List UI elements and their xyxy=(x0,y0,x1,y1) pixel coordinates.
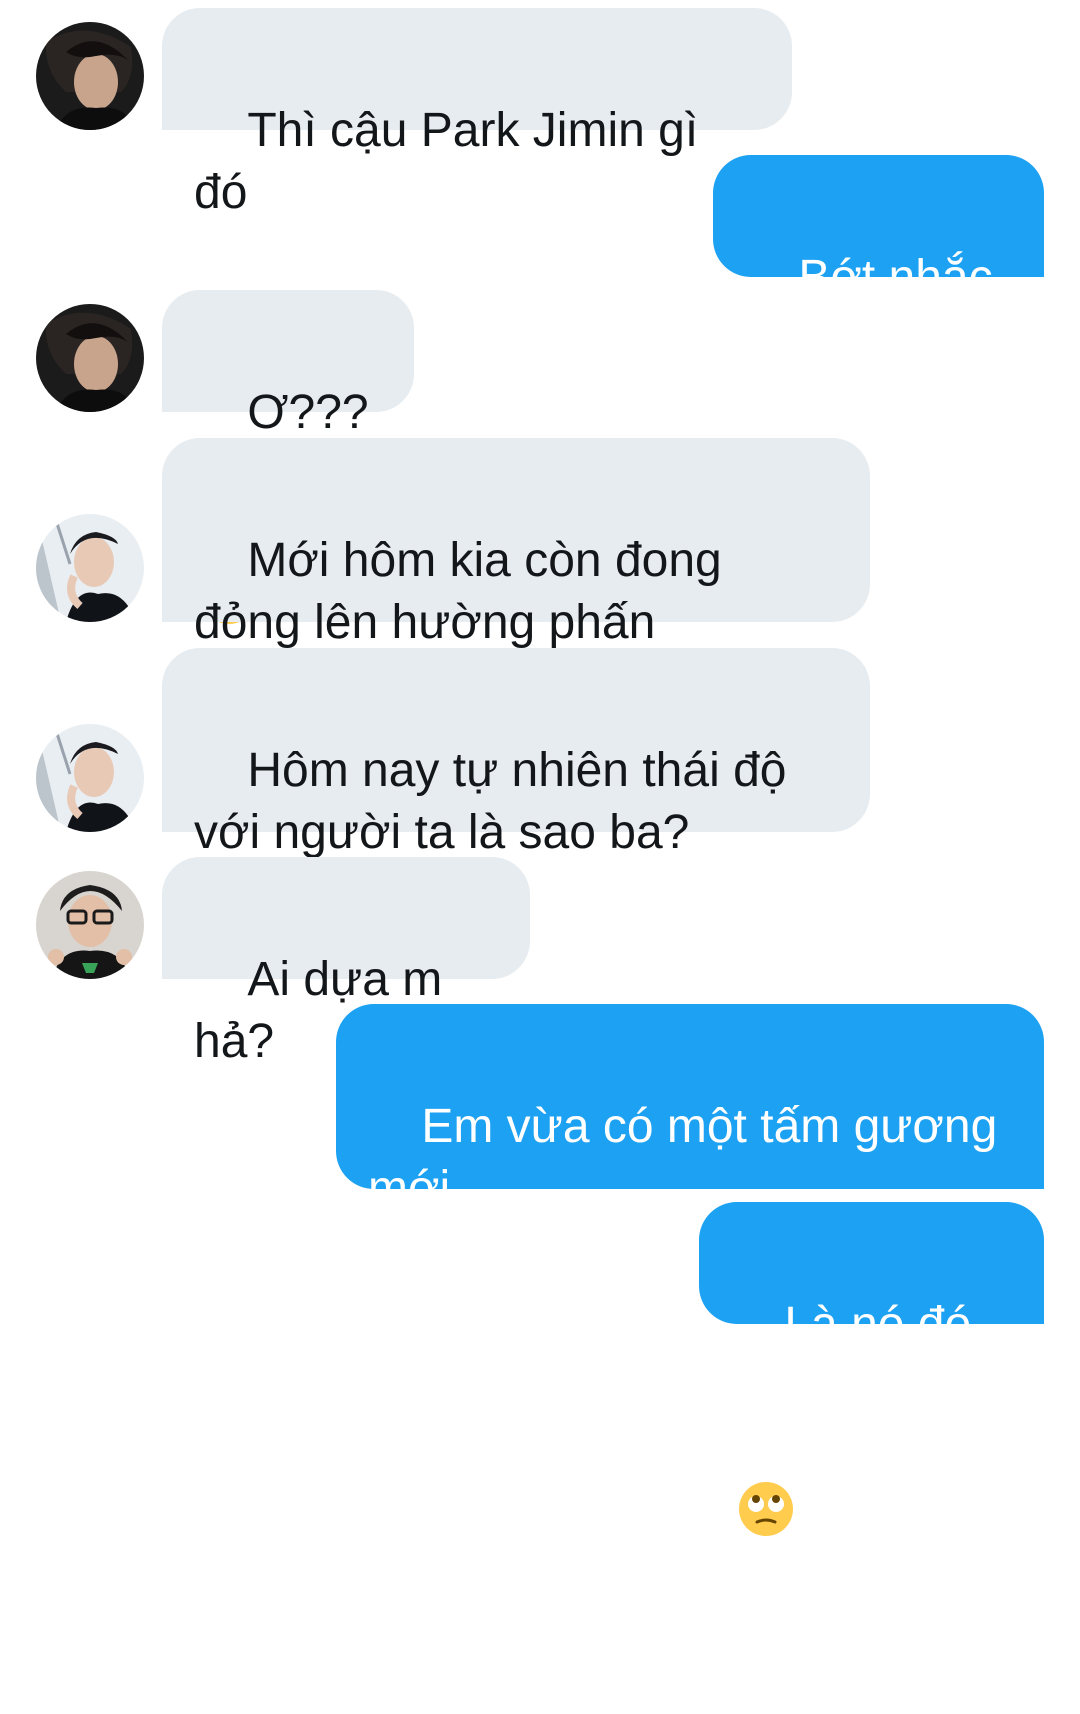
message-bubble-outgoing[interactable]: Em vừa có một tấm gương mới xyxy=(336,1004,1044,1215)
message-bubble-outgoing[interactable]: Bớt nhắc đi xyxy=(713,155,1044,366)
avatar-image xyxy=(36,871,144,979)
message-bubble-outgoing[interactable]: Là nó đó xyxy=(699,1202,1044,1536)
message-bubble-incoming[interactable]: Hôm nay tự nhiên thái độ với người ta là… xyxy=(162,648,870,859)
message-text: Em vừa có một tấm gương mới xyxy=(368,1100,998,1215)
message-bubble-incoming[interactable]: Thì cậu Park Jimin gì đó xyxy=(162,8,792,219)
message-bubble-incoming[interactable]: Ơ??? xyxy=(162,290,414,624)
avatar-dark-hair[interactable] xyxy=(36,22,144,130)
message-text: Mới hôm kia còn đong đỏng lên hường phấn xyxy=(194,534,722,649)
message-text: Là nó đó xyxy=(784,1298,972,1351)
message-text: Hôm nay tự nhiên thái độ với người ta là… xyxy=(194,744,787,859)
avatar-image xyxy=(36,724,144,832)
message-bubble-incoming[interactable]: Mới hôm kia còn đong đỏng lên hường phấn xyxy=(162,438,870,649)
message-text: Bớt nhắc đi xyxy=(745,251,1006,366)
avatar-dark-hair[interactable] xyxy=(36,304,144,412)
avatar-light[interactable] xyxy=(36,514,144,622)
avatar-image xyxy=(36,22,144,130)
face-with-rolling-eyes-icon xyxy=(737,1356,795,1536)
conversation-thread: Thì cậu Park Jimin gì đó Bớt nhắc đi Ơ??… xyxy=(0,0,1080,1536)
avatar-image xyxy=(36,514,144,622)
message-text: Thì cậu Park Jimin gì đó xyxy=(194,104,712,219)
message-bubble-incoming[interactable]: Ai dựa m hả? xyxy=(162,857,530,1068)
avatar-image xyxy=(36,304,144,412)
message-text: Ơ??? xyxy=(247,386,369,439)
avatar-light[interactable] xyxy=(36,724,144,832)
avatar-glasses[interactable] xyxy=(36,871,144,979)
